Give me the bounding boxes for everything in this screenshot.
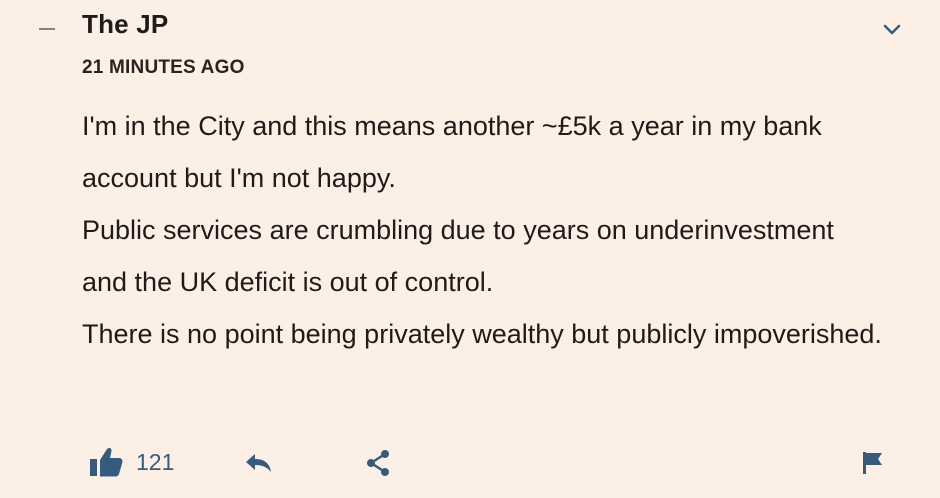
comment-timestamp: 21 MINUTES AGO (82, 57, 245, 78)
flag-icon (863, 452, 882, 474)
collapse-thread-button[interactable] (36, 18, 58, 38)
comment-paragraph: There is no point being privately wealth… (82, 319, 882, 349)
share-icon (367, 450, 389, 476)
share-button[interactable] (364, 448, 392, 478)
comment-actions: 121 (0, 440, 940, 488)
comment-author[interactable]: The JP (82, 9, 168, 40)
report-button[interactable] (860, 450, 886, 476)
thumbs-up-icon (90, 447, 123, 477)
comment-paragraph: Public services are crumbling due to yea… (82, 215, 834, 297)
reply-arrow-icon (246, 454, 271, 472)
like-button[interactable]: 121 (88, 446, 174, 478)
chevron-down-icon (883, 24, 901, 35)
comment-body: I'm in the City and this means another ~… (82, 100, 882, 360)
expand-options-button[interactable] (880, 20, 904, 40)
like-count: 121 (136, 448, 175, 475)
reply-button[interactable] (244, 452, 274, 474)
comment-paragraph: I'm in the City and this means another ~… (82, 111, 822, 193)
